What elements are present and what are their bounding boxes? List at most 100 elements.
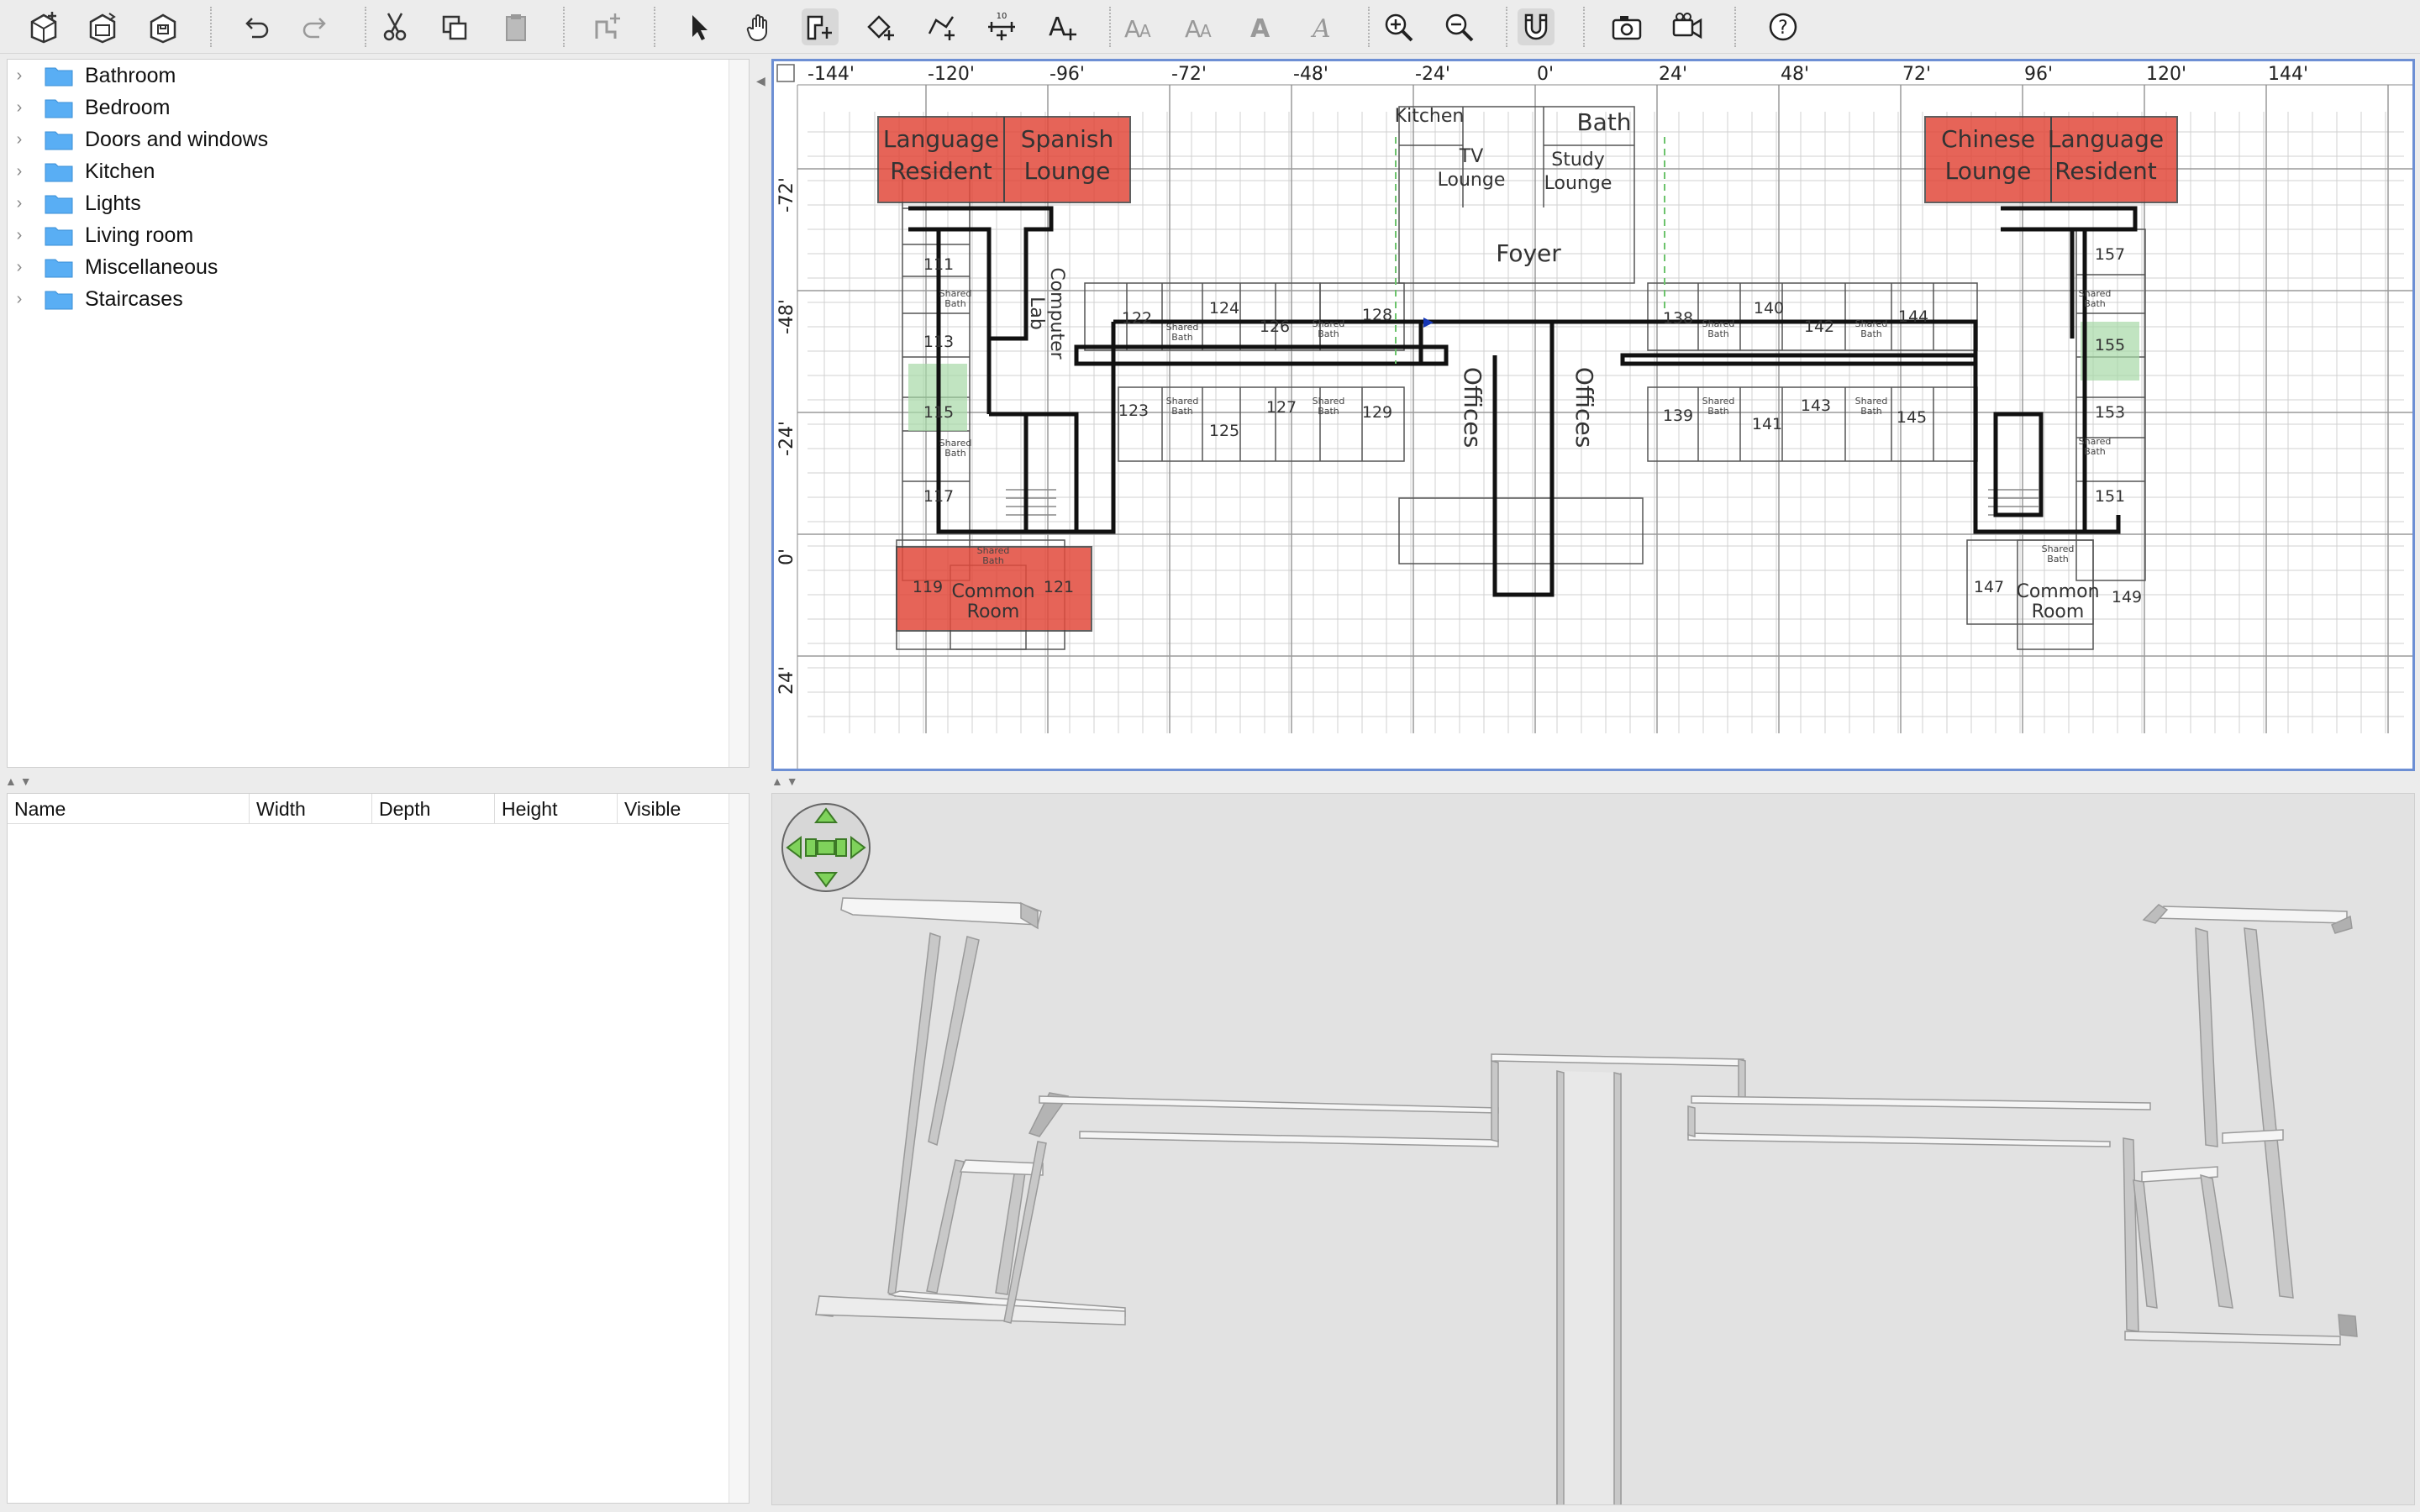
room-number: 138 bbox=[1663, 309, 1693, 328]
open-home-icon[interactable] bbox=[84, 8, 121, 45]
room-label: Bath bbox=[1576, 108, 1631, 136]
column-header-height[interactable]: Height bbox=[495, 794, 618, 824]
wall-drawing-cursor-icon bbox=[1423, 318, 1434, 328]
expand-arrow-icon[interactable]: › bbox=[8, 92, 31, 123]
svg-text:10: 10 bbox=[997, 12, 1007, 21]
folder-icon bbox=[45, 67, 73, 87]
room-number: 155 bbox=[2095, 336, 2125, 354]
column-header-width[interactable]: Width bbox=[250, 794, 372, 824]
ruler-label: 120' bbox=[2146, 64, 2186, 85]
column-header-depth[interactable]: Depth bbox=[372, 794, 495, 824]
expand-arrow-icon[interactable]: › bbox=[8, 155, 31, 187]
splitter-arrows[interactable]: ▲ ▼ bbox=[5, 774, 32, 788]
expand-arrow-icon[interactable]: › bbox=[8, 251, 31, 283]
room-label: Bath bbox=[2084, 446, 2106, 457]
create-photo-icon[interactable] bbox=[1608, 8, 1645, 45]
add-furniture-icon bbox=[588, 8, 625, 45]
ruler-label: -96' bbox=[1050, 64, 1085, 85]
3d-view[interactable] bbox=[771, 793, 2415, 1505]
create-dimensions-icon[interactable]: 10 bbox=[983, 8, 1020, 45]
category-label: Lights bbox=[85, 191, 141, 215]
expand-arrow-icon[interactable]: › bbox=[8, 123, 31, 155]
catalog-category-bedroom[interactable]: › Bedroom bbox=[8, 92, 171, 123]
create-polylines-icon[interactable] bbox=[923, 8, 960, 45]
room-label: Language bbox=[2048, 125, 2164, 153]
column-header-name[interactable]: Name bbox=[8, 794, 250, 824]
select-mode-icon[interactable] bbox=[681, 8, 718, 45]
folder-icon bbox=[45, 163, 73, 182]
room-number: 145 bbox=[1897, 408, 1927, 427]
room-label: Bath bbox=[1707, 328, 1729, 339]
ruler-label: -48' bbox=[776, 299, 797, 334]
catalog-category-lights[interactable]: › Lights bbox=[8, 187, 141, 219]
expand-arrow-icon[interactable]: › bbox=[8, 219, 31, 251]
undo-icon[interactable] bbox=[237, 8, 274, 45]
room-label: Chinese bbox=[1941, 125, 2035, 153]
catalog-category-living-room[interactable]: › Living room bbox=[8, 219, 194, 251]
ruler-label: 48' bbox=[1781, 64, 1809, 85]
3d-walls-model bbox=[815, 897, 2358, 1504]
room-number: 157 bbox=[2095, 245, 2125, 264]
room-number: 140 bbox=[1754, 299, 1784, 318]
ruler-label: 0' bbox=[1537, 64, 1554, 85]
ruler-label: -120' bbox=[928, 64, 975, 85]
expand-arrow-icon[interactable]: › bbox=[8, 187, 31, 219]
decrease-text-size-icon: AA bbox=[1181, 8, 1218, 45]
folder-icon bbox=[45, 131, 73, 150]
create-video-icon[interactable] bbox=[1669, 8, 1706, 45]
create-walls-icon[interactable] bbox=[802, 8, 839, 45]
plan-grid bbox=[808, 112, 2404, 733]
ruler-label: -72' bbox=[776, 177, 797, 213]
ruler-label: 96' bbox=[2024, 64, 2053, 85]
increase-text-size-icon: AA bbox=[1121, 8, 1158, 45]
room-label: Bath bbox=[1318, 328, 1339, 339]
plan-view[interactable]: -144' -120' -96' -72' -48' -24' 0' 24' 4… bbox=[771, 59, 2415, 771]
splitter-arrows[interactable]: ▲ ▼ bbox=[771, 774, 798, 788]
svg-text:A: A bbox=[1049, 13, 1066, 42]
category-label: Miscellaneous bbox=[85, 255, 218, 279]
add-text-icon[interactable]: A bbox=[1044, 8, 1081, 45]
ruler-label: -144' bbox=[808, 64, 855, 85]
new-home-icon[interactable] bbox=[25, 8, 62, 45]
ruler-label: 72' bbox=[1902, 64, 1931, 85]
column-header-visible[interactable]: Visible bbox=[618, 794, 730, 824]
room-label: Foyer bbox=[1496, 239, 1561, 267]
pan-mode-icon[interactable] bbox=[741, 8, 778, 45]
expand-arrow-icon[interactable]: › bbox=[8, 283, 31, 315]
room-label: Resident bbox=[2054, 157, 2157, 185]
room-number: 125 bbox=[1209, 422, 1239, 440]
zoom-in-icon[interactable] bbox=[1380, 8, 1417, 45]
magnetism-icon[interactable] bbox=[1518, 8, 1555, 45]
room-label: Kitchen bbox=[1395, 106, 1465, 127]
catalog-category-bathroom[interactable]: › Bathroom bbox=[8, 60, 176, 92]
splitter-arrow[interactable]: ◀ bbox=[756, 74, 765, 88]
zoom-out-icon[interactable] bbox=[1440, 8, 1477, 45]
svg-text:A: A bbox=[1185, 15, 1201, 43]
catalog-category-doors-and-windows[interactable]: › Doors and windows bbox=[8, 123, 269, 155]
ruler-label: 24' bbox=[1659, 64, 1687, 85]
folder-icon bbox=[45, 259, 73, 278]
navigation-arrows-icon[interactable] bbox=[781, 803, 871, 892]
catalog-category-kitchen[interactable]: › Kitchen bbox=[8, 155, 155, 187]
svg-text:A: A bbox=[1139, 21, 1151, 41]
cut-icon[interactable] bbox=[376, 8, 413, 45]
svg-text:A: A bbox=[1124, 15, 1140, 43]
table-scrollbar[interactable] bbox=[729, 794, 749, 1503]
category-label: Living room bbox=[85, 223, 194, 247]
create-rooms-icon[interactable] bbox=[862, 8, 899, 45]
room-label: Lab bbox=[1026, 297, 1047, 330]
vertical-ruler bbox=[774, 61, 797, 769]
room-label: Bath bbox=[1171, 406, 1193, 417]
expand-arrow-icon[interactable]: › bbox=[8, 60, 31, 92]
save-home-icon[interactable] bbox=[145, 8, 182, 45]
room-number: 142 bbox=[1804, 318, 1834, 336]
ruler-label: 24' bbox=[776, 666, 797, 695]
catalog-category-staircases[interactable]: › Staircases bbox=[8, 283, 183, 315]
catalog-scrollbar[interactable] bbox=[729, 60, 749, 767]
catalog-category-miscellaneous[interactable]: › Miscellaneous bbox=[8, 251, 218, 283]
help-icon[interactable]: ? bbox=[1765, 8, 1802, 45]
copy-icon[interactable] bbox=[435, 8, 472, 45]
room-label: Bath bbox=[1860, 328, 1882, 339]
room-label: Computer bbox=[1046, 267, 1067, 360]
room-label: TV bbox=[1459, 146, 1484, 167]
